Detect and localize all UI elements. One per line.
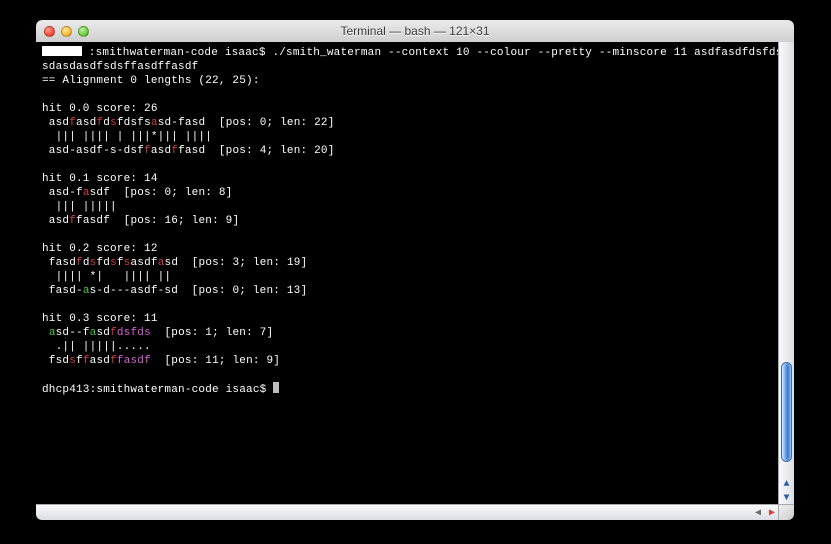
scroll-down-icon[interactable]: ▼: [779, 491, 794, 505]
hit-title: hit 0.0 score: 26: [42, 103, 158, 115]
terminal-window: Terminal — bash — 121×31 :smithwaterman-…: [36, 20, 794, 520]
alignment-bars: .|| |||||.....: [42, 341, 151, 353]
hit-title: hit 0.1 score: 14: [42, 173, 158, 185]
scroll-thumb[interactable]: [781, 362, 792, 462]
command-text: ./smith_waterman --context 10 --colour -…: [272, 47, 779, 59]
horizontal-scrollbar[interactable]: ◀ ▶: [36, 504, 779, 520]
alignment-bars: ||| |||||: [42, 201, 117, 213]
alignment-bars: ||| |||| | |||*||| ||||: [42, 131, 212, 143]
cursor-icon: [273, 382, 279, 393]
terminal-content[interactable]: :smithwaterman-code isaac$ ./smith_water…: [36, 42, 779, 505]
command-wrap: sdasdasdfsdsffasdffasdf: [42, 61, 198, 73]
alignment-bars: |||| *| |||| ||: [42, 271, 171, 283]
hit-title: hit 0.2 score: 12: [42, 243, 158, 255]
prompt-2: dhcp413:smithwaterman-code isaac$: [42, 384, 273, 396]
vertical-scrollbar[interactable]: ▲ ▼: [778, 42, 794, 505]
window-title: Terminal — bash — 121×31: [36, 24, 794, 38]
scroll-up-icon[interactable]: ▲: [779, 477, 794, 491]
scroll-left-icon[interactable]: ◀: [751, 505, 765, 520]
hit-title: hit 0.3 score: 11: [42, 313, 158, 325]
hostname-redacted: [42, 46, 82, 56]
alignment-header: == Alignment 0 lengths (22, 25):: [42, 75, 260, 87]
prompt-1: :smithwaterman-code isaac$: [82, 47, 272, 59]
scroll-right-icon[interactable]: ▶: [765, 505, 779, 520]
resize-grip-icon[interactable]: [778, 504, 794, 520]
titlebar[interactable]: Terminal — bash — 121×31: [36, 20, 794, 43]
